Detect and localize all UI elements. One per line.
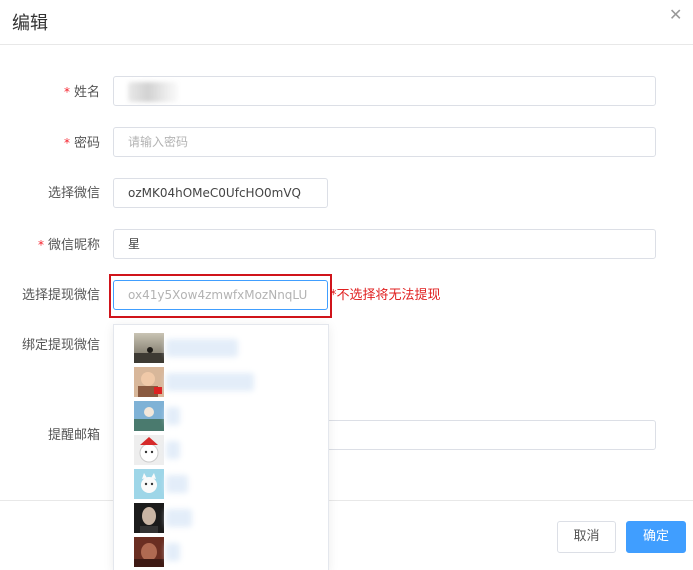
- dropdown-option[interactable]: [114, 467, 328, 499]
- dialog-footer: 取消 确定: [0, 500, 693, 570]
- name-label: * 姓名: [64, 76, 100, 108]
- password-input[interactable]: [113, 127, 656, 157]
- cancel-button[interactable]: 取消: [557, 521, 616, 553]
- avatar-portrait-dark-icon: [134, 503, 164, 533]
- select-wechat-select[interactable]: ozMK04hOMeC0UfcHO0mVQ: [113, 178, 328, 208]
- avatar-person-icon: [134, 367, 164, 397]
- dialog-title: 编辑: [12, 13, 48, 34]
- confirm-button[interactable]: 确定: [626, 521, 686, 553]
- option-blurred-name: [166, 543, 180, 561]
- select-wechat-value: ozMK04hOMeC0UfcHO0mVQ: [128, 186, 301, 200]
- select-wechat-label: 选择微信: [47, 186, 100, 201]
- dropdown-option[interactable]: [114, 501, 328, 533]
- select-withdraw-wechat-label: 选择提现微信: [21, 288, 100, 303]
- form-row-name: * 姓名: [0, 76, 693, 108]
- withdraw-wechat-dropdown: [113, 324, 329, 570]
- form-row-select-withdraw-wechat: 选择提现微信 ox41y5Xow4zmwfxMozNnqLU *不选择将无法提现: [0, 280, 693, 312]
- dropdown-option[interactable]: [114, 331, 328, 363]
- form-row-wechat-nickname: * 微信昵称 星: [0, 229, 693, 261]
- dropdown-option[interactable]: [114, 365, 328, 397]
- name-label-text: 姓名: [73, 85, 100, 100]
- withdraw-hint: *不选择将无法提现: [330, 288, 441, 303]
- close-icon[interactable]: ✕: [669, 7, 683, 23]
- wechat-nickname-label-text: 微信昵称: [47, 238, 100, 253]
- dropdown-option[interactable]: [114, 535, 328, 567]
- form-row-select-wechat: 选择微信 ozMK04hOMeC0UfcHO0mVQ: [0, 178, 693, 210]
- avatar-cartoon-hat-icon: [134, 435, 164, 465]
- dialog-header: 编辑 ✕: [0, 0, 693, 45]
- option-blurred-name: [166, 441, 180, 459]
- reminder-email-label: 提醒邮箱: [47, 428, 100, 443]
- wechat-nickname-input[interactable]: 星: [113, 229, 656, 259]
- bind-withdraw-wechat-label: 绑定提现微信: [21, 338, 100, 353]
- wechat-nickname-value: 星: [128, 237, 141, 251]
- avatar-landscape-icon: [134, 333, 164, 363]
- option-blurred-name: [166, 407, 180, 425]
- name-blurred-value: [128, 82, 178, 102]
- option-blurred-name: [166, 339, 238, 357]
- dropdown-option[interactable]: [114, 399, 328, 431]
- password-label: * 密码: [64, 127, 100, 159]
- required-mark: *: [37, 238, 44, 252]
- highlight-annotation-box: [109, 274, 332, 318]
- required-mark: *: [63, 136, 70, 150]
- password-label-text: 密码: [73, 136, 100, 151]
- edit-dialog: 编辑 ✕ * 姓名 * 密码 选择微信 ozMK04hOMeC0UfcHO0mVQ …: [0, 0, 693, 570]
- name-input[interactable]: [113, 76, 656, 106]
- form-row-password: * 密码: [0, 127, 693, 159]
- dropdown-option[interactable]: [114, 433, 328, 465]
- avatar-cartoon-cat-icon: [134, 469, 164, 499]
- option-blurred-name: [166, 373, 254, 391]
- option-blurred-name: [166, 475, 188, 493]
- required-mark: *: [63, 85, 70, 99]
- form-row-reminder-email: 提醒邮箱: [0, 420, 693, 452]
- wechat-nickname-label: * 微信昵称: [38, 229, 100, 261]
- avatar-portrait-red-icon: [134, 537, 164, 567]
- form-row-bind-withdraw-wechat: 绑定提现微信: [0, 330, 693, 362]
- avatar-person-sky-icon: [134, 401, 164, 431]
- option-blurred-name: [166, 509, 192, 527]
